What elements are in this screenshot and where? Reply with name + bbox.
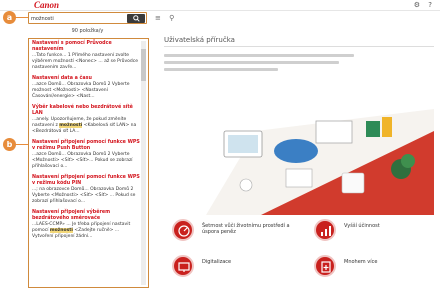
search-box <box>28 12 147 24</box>
result-title[interactable]: Nastavení připojení pomocí funkce WPS v … <box>32 140 140 152</box>
list-item[interactable]: Nastavení data a času ...azce Domů... Ob… <box>32 76 140 100</box>
tile-label: Vyšší účinnost <box>344 223 380 229</box>
list-item[interactable]: Nastavení s pomocí Průvodce nastavením .… <box>32 41 140 71</box>
canon-logo[interactable]: Canon <box>34 0 59 10</box>
content-toolbar: ≡ ⚲ <box>155 14 180 22</box>
plus-document-icon <box>314 255 336 277</box>
top-icons: ⚙ ? <box>408 1 432 9</box>
results-count: 90 položka/y <box>71 28 104 34</box>
help-icon[interactable]: ? <box>428 1 432 9</box>
callout-b: b <box>3 138 16 151</box>
result-snippet: ...; na obrazovce Domů... Obrazovka Domů… <box>32 187 136 204</box>
help-window: Canon ⚙ ? ≡ ⚲ a b 90 položka/y Nastavení… <box>0 0 440 291</box>
result-snippet: ...anely. Upozorňujeme, že pokud změníte… <box>32 117 137 134</box>
result-snippet: ...azce Domů... Obrazovka Domů 2 Vyberte… <box>32 82 130 99</box>
list-item[interactable]: Nastavení připojení výběrem bezdrátového… <box>32 210 140 240</box>
tile-label: Digitalizace <box>202 259 232 265</box>
bar-chart-icon <box>314 219 336 241</box>
search-input[interactable] <box>31 14 126 23</box>
menu-icon[interactable]: ≡ <box>155 14 161 22</box>
search-highlight: možnosti <box>49 228 73 233</box>
leaf-gauge-icon <box>172 219 194 241</box>
results-scrollbar[interactable] <box>141 41 146 285</box>
results-list: Nastavení s pomocí Průvodce nastavením .… <box>32 41 140 245</box>
tile-label: Šetrnost vůči životnímu prostředí a úspo… <box>202 223 290 235</box>
result-snippet: ...LAES-CCMP» ... Je třeba připojení nas… <box>32 222 131 239</box>
settings-icon[interactable]: ⚙ <box>414 1 420 9</box>
tile-efficiency[interactable]: Vyšší účinnost <box>308 218 438 248</box>
result-title[interactable]: Výběr kabelové nebo bezdrátové sítě LAN <box>32 105 140 117</box>
main-content: Uživatelská příručka Šetrnost vůči život… <box>154 36 434 288</box>
callout-a: a <box>3 11 16 24</box>
monitor-icon <box>172 255 194 277</box>
result-snippet: ...azce Domů... Obrazovka Domů 2 Vyberte… <box>32 152 133 169</box>
callout-b-line <box>15 144 28 145</box>
scroll-thumb[interactable] <box>141 49 146 81</box>
search-toggle-icon[interactable]: ⚲ <box>169 14 174 22</box>
search-button[interactable] <box>127 14 145 23</box>
tile-more[interactable]: Mnohem více <box>308 254 438 284</box>
top-bar: Canon ⚙ ? <box>0 0 440 11</box>
result-title[interactable]: Nastavení připojení pomocí funkce WPS v … <box>32 175 140 187</box>
search-highlight: možnosti <box>59 123 83 128</box>
list-item[interactable]: Nastavení připojení pomocí funkce WPS v … <box>32 140 140 170</box>
intro-text-blurred <box>164 54 354 75</box>
page-title: Uživatelská příručka <box>164 36 235 44</box>
search-results-panel: Nastavení s pomocí Průvodce nastavením .… <box>28 38 149 288</box>
result-title[interactable]: Nastavení připojení výběrem bezdrátového… <box>32 210 140 222</box>
title-divider <box>164 46 434 47</box>
result-snippet: ...Tato funkce... 1 Přímého nastavení zv… <box>32 53 139 70</box>
feature-tiles: Šetrnost vůči životnímu prostředí a úspo… <box>166 218 436 286</box>
callout-a-line <box>15 17 28 18</box>
tile-digitization[interactable]: Digitalizace <box>166 254 296 284</box>
hero-illustration <box>206 109 434 215</box>
search-icon <box>132 15 140 22</box>
list-item[interactable]: Výběr kabelové nebo bezdrátové sítě LAN … <box>32 105 140 135</box>
result-title[interactable]: Nastavení s pomocí Průvodce nastavením <box>32 41 140 53</box>
tile-eco[interactable]: Šetrnost vůči životnímu prostředí a úspo… <box>166 218 296 248</box>
list-item[interactable]: Nastavení připojení pomocí funkce WPS v … <box>32 175 140 205</box>
tile-label: Mnohem více <box>344 259 378 265</box>
